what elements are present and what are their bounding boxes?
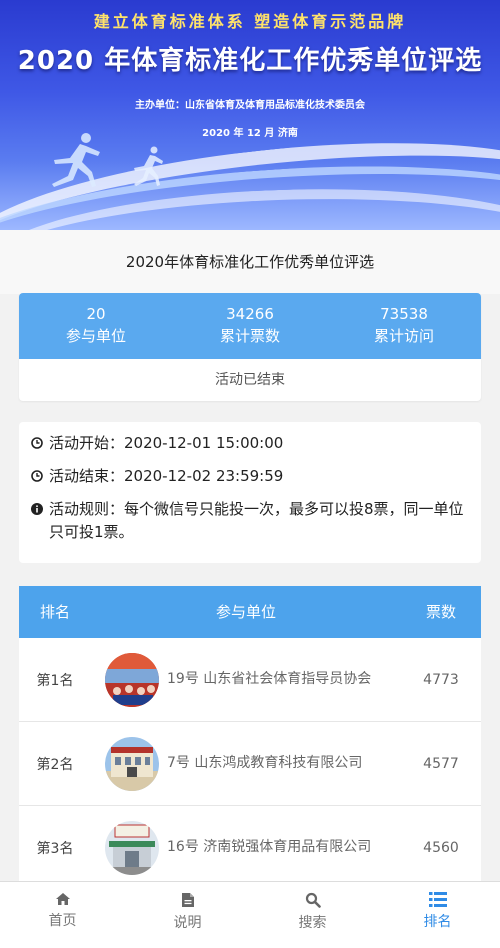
unit-avatar-image <box>105 820 159 875</box>
runner-silhouette-icon <box>134 146 163 186</box>
stat-label: 累计票数 <box>219 327 280 345</box>
table-row[interactable]: 第3名 16号 济南锐强体育用品有限公司 4560 <box>19 806 481 886</box>
stat-value: 20 <box>86 305 106 323</box>
start-time-text: 活动开始：2020-12-01 15:00:00 <box>49 434 284 452</box>
banner-slogan: 建立体育标准体系 塑造体育示范品牌 <box>93 12 407 31</box>
nav-label: 搜索 <box>298 915 327 931</box>
rank-cell: 第1名 <box>36 672 74 689</box>
stat-label: 累计访问 <box>373 327 434 345</box>
clock-icon <box>31 470 43 482</box>
end-time-text: 活动结束：2020-12-02 23:59:59 <box>49 467 284 485</box>
nav-label: 说明 <box>173 915 202 931</box>
table-row[interactable]: 第2名 7号 山东鸿成教育科技有限公司 4577 <box>19 722 481 806</box>
info-icon <box>31 503 43 515</box>
votes-cell: 4560 <box>423 839 459 856</box>
end-time-line: 活动结束：2020-12-02 23:59:59 <box>29 465 471 487</box>
nav-label: 排名 <box>423 914 452 930</box>
banner-organizer: 主办单位：山东省体育及体育用品标准化技术委员会 <box>135 100 365 111</box>
ranking-header: 排名 参与单位 票数 <box>19 586 481 638</box>
unit-name: 19号 山东省社会体育指导员协会 <box>167 671 372 687</box>
unit-cell: 7号 山东鸿成教育科技有限公司 <box>91 736 401 791</box>
rank-cell: 第3名 <box>36 840 74 857</box>
unit-avatar-image <box>105 736 159 791</box>
header-votes: 票数 <box>425 603 456 621</box>
header-rank: 排名 <box>39 603 70 621</box>
votes-cell: 4773 <box>423 671 459 688</box>
nav-item-home[interactable]: 首页 <box>0 882 125 948</box>
rules-line: 活动规则：每个微信号只能投一次，最多可以投8票，同一单位只可投1票。 <box>29 498 471 544</box>
clock-icon <box>31 437 43 449</box>
runner-silhouette-icon <box>52 133 100 187</box>
bottom-nav: 首页 说明 搜索 排名 <box>0 881 500 948</box>
rank-cell: 第2名 <box>36 756 74 773</box>
stats-row: 20 参与单位 34266 累计票数 73538 累计访问 <box>19 293 481 359</box>
ranking-table: 排名 参与单位 票数 第1名 19号 山东省社会体育指导员协会 4773 第2名 <box>19 586 481 886</box>
nav-label: 首页 <box>48 913 77 929</box>
nav-item-ranking[interactable]: 排名 <box>375 882 500 948</box>
stat-label: 参与单位 <box>65 327 126 345</box>
header-banner: 建立体育标准体系 塑造体育示范品牌 2020 年体育标准化工作优秀单位评选 主办… <box>0 0 500 230</box>
rules-text: 活动规则：每个微信号只能投一次，最多可以投8票，同一单位只可投1票。 <box>49 500 464 541</box>
list-icon <box>428 892 447 907</box>
start-time-line: 活动开始：2020-12-01 15:00:00 <box>29 432 471 454</box>
stat-total-visits: 73538 累计访问 <box>327 293 481 359</box>
unit-name: 16号 济南锐强体育用品有限公司 <box>167 839 372 855</box>
stat-participants: 20 参与单位 <box>19 293 173 359</box>
unit-avatar-image <box>105 652 159 707</box>
activity-info-card: 活动开始：2020-12-01 15:00:00 活动结束：2020-12-02… <box>19 422 481 563</box>
home-icon <box>55 893 70 905</box>
activity-status: 活动已结束 <box>215 372 285 388</box>
banner-title: 2020 年体育标准化工作优秀单位评选 <box>17 46 483 76</box>
page-title: 2020年体育标准化工作优秀单位评选 <box>0 230 500 294</box>
unit-cell: 16号 济南锐强体育用品有限公司 <box>91 820 401 875</box>
stats-card: 20 参与单位 34266 累计票数 73538 累计访问 活动已结束 <box>19 293 481 401</box>
nav-item-description[interactable]: 说明 <box>125 882 250 948</box>
unit-name: 7号 山东鸿成教育科技有限公司 <box>167 755 363 771</box>
document-icon <box>181 893 194 907</box>
table-row[interactable]: 第1名 19号 山东省社会体育指导员协会 4773 <box>19 638 481 722</box>
stat-value: 34266 <box>226 305 274 323</box>
stat-value: 73538 <box>380 305 428 323</box>
stat-total-votes: 34266 累计票数 <box>173 293 327 359</box>
header-unit: 参与单位 <box>215 603 276 621</box>
nav-item-search[interactable]: 搜索 <box>250 882 375 948</box>
search-icon <box>305 892 321 908</box>
unit-cell: 19号 山东省社会体育指导员协会 <box>91 652 401 707</box>
votes-cell: 4577 <box>423 755 459 772</box>
